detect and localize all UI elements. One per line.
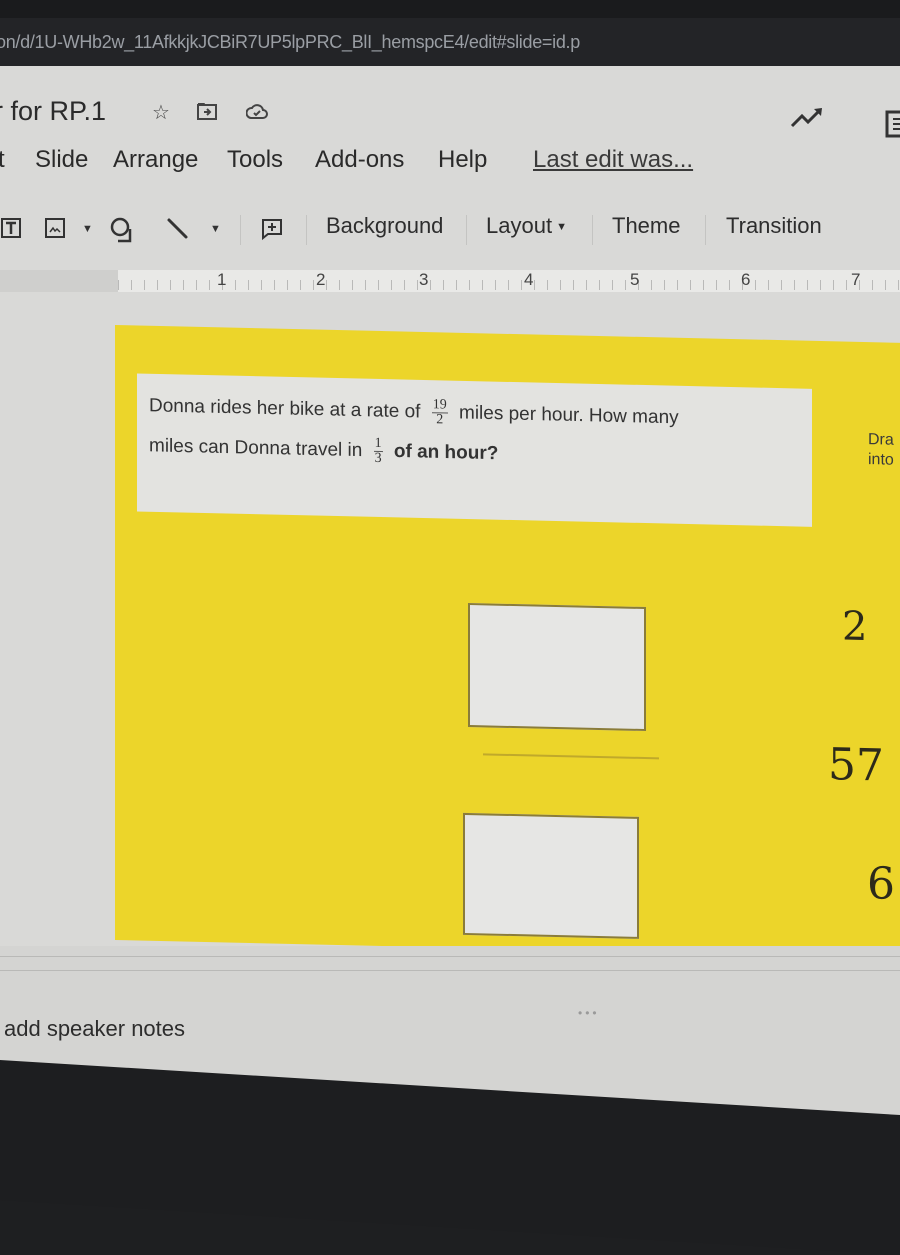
ruler-mark: 7 — [851, 270, 861, 289]
ruler-mark: 4 — [524, 270, 534, 289]
horizontal-ruler[interactable]: 1 2 3 4 5 6 7 — [0, 266, 900, 296]
ruler-mark: 1 — [217, 270, 227, 289]
ruler-track — [118, 270, 900, 292]
toolbar: ▼ ▼ Background Layout ▼ Theme Transition — [0, 211, 900, 251]
fraction-time: 1 3 — [373, 435, 383, 467]
slide-canvas[interactable]: Donna rides her bike at a rate of 19 2 m… — [115, 325, 900, 959]
slides-app: r for RP.1 ☆ t Slide Arrange Tools Add-o… — [0, 66, 900, 1116]
question-text-box[interactable]: Donna rides her bike at a rate of 19 2 m… — [137, 373, 812, 527]
drag-hint-line: into — [868, 451, 894, 469]
fraction-denominator: 2 — [436, 412, 444, 428]
fraction-denominator: 3 — [374, 450, 382, 467]
drag-hint-line: Dra — [868, 431, 894, 449]
last-edit-link[interactable]: Last edit was... — [533, 146, 693, 174]
denominator-answer-box[interactable] — [463, 812, 639, 939]
toolbar-divider — [592, 215, 593, 245]
ruler-mark: 3 — [419, 270, 429, 289]
layout-label: Layout — [486, 213, 553, 238]
fraction-rate: 19 2 — [431, 397, 448, 428]
address-bar[interactable]: on/d/1U-WHb2w_11AfkkjkJCBiR7UP5lpPRC_BlI… — [0, 18, 900, 66]
notes-divider — [0, 956, 900, 957]
toolbar-divider — [240, 215, 241, 245]
chevron-down-icon: ▼ — [556, 221, 567, 234]
resize-handle[interactable]: ••• — [578, 1006, 600, 1020]
title-bar: r for RP.1 ☆ — [0, 96, 900, 138]
browser-tab-strip — [0, 0, 900, 18]
draggable-tile[interactable]: 2 — [842, 603, 867, 650]
drag-instructions: Dra into — [868, 430, 894, 471]
image-icon[interactable] — [44, 217, 66, 245]
menu-tools[interactable]: Tools — [227, 146, 283, 174]
line-icon[interactable] — [166, 217, 190, 247]
ruler-mark: 5 — [630, 270, 640, 289]
activity-dashboard-icon[interactable] — [790, 106, 822, 128]
fraction-bar — [483, 753, 659, 760]
ruler-mark: 6 — [741, 270, 751, 289]
ruler-mark: 2 — [316, 270, 326, 289]
menu-insert[interactable]: t — [0, 146, 5, 174]
document-title[interactable]: r for RP.1 — [0, 96, 106, 127]
fraction-numerator: 19 — [431, 397, 448, 414]
draggable-tile[interactable]: 57 — [828, 739, 884, 791]
toolbar-divider — [466, 215, 467, 245]
move-to-folder-icon[interactable] — [196, 102, 218, 124]
add-comment-icon[interactable] — [260, 217, 284, 247]
shape-icon[interactable] — [110, 217, 134, 249]
toolbar-divider — [705, 215, 706, 245]
ruler-margin — [0, 270, 118, 292]
question-text: miles per hour. How many — [459, 402, 679, 429]
question-text: of an hour? — [393, 440, 499, 465]
text-box-icon[interactable] — [0, 217, 22, 245]
question-text: miles can Donna travel in — [149, 435, 363, 462]
cloud-saved-icon[interactable] — [245, 102, 268, 124]
comments-icon[interactable] — [884, 110, 900, 138]
star-icon[interactable]: ☆ — [150, 102, 172, 124]
background-button[interactable]: Background — [326, 213, 443, 239]
ruler-ticks — [118, 280, 900, 290]
menu-add-ons[interactable]: Add-ons — [315, 146, 404, 174]
line-dropdown-icon[interactable]: ▼ — [210, 223, 221, 235]
url-text[interactable]: on/d/1U-WHb2w_11AfkkjkJCBiR7UP5lpPRC_BlI… — [0, 18, 580, 66]
question-line-2: miles can Donna travel in 1 3 of an hour… — [149, 432, 498, 469]
fraction-numerator: 1 — [373, 435, 383, 453]
layout-button[interactable]: Layout ▼ — [486, 213, 567, 239]
transition-button[interactable]: Transition — [726, 213, 822, 239]
question-line-1: Donna rides her bike at a rate of 19 2 m… — [149, 392, 679, 433]
draggable-tile[interactable]: 6 — [867, 858, 895, 910]
image-dropdown-icon[interactable]: ▼ — [82, 223, 93, 235]
speaker-notes-placeholder[interactable]: add speaker notes — [4, 1016, 185, 1042]
menu-slide[interactable]: Slide — [35, 146, 88, 174]
toolbar-divider — [306, 215, 307, 245]
question-text: Donna rides her bike at a rate of — [149, 395, 421, 423]
menu-arrange[interactable]: Arrange — [113, 146, 198, 174]
menu-bar: t Slide Arrange Tools Add-ons Help Last … — [0, 146, 900, 182]
theme-button[interactable]: Theme — [612, 213, 680, 239]
numerator-answer-box[interactable] — [468, 603, 646, 732]
notes-divider — [0, 970, 900, 971]
menu-help[interactable]: Help — [438, 146, 487, 174]
